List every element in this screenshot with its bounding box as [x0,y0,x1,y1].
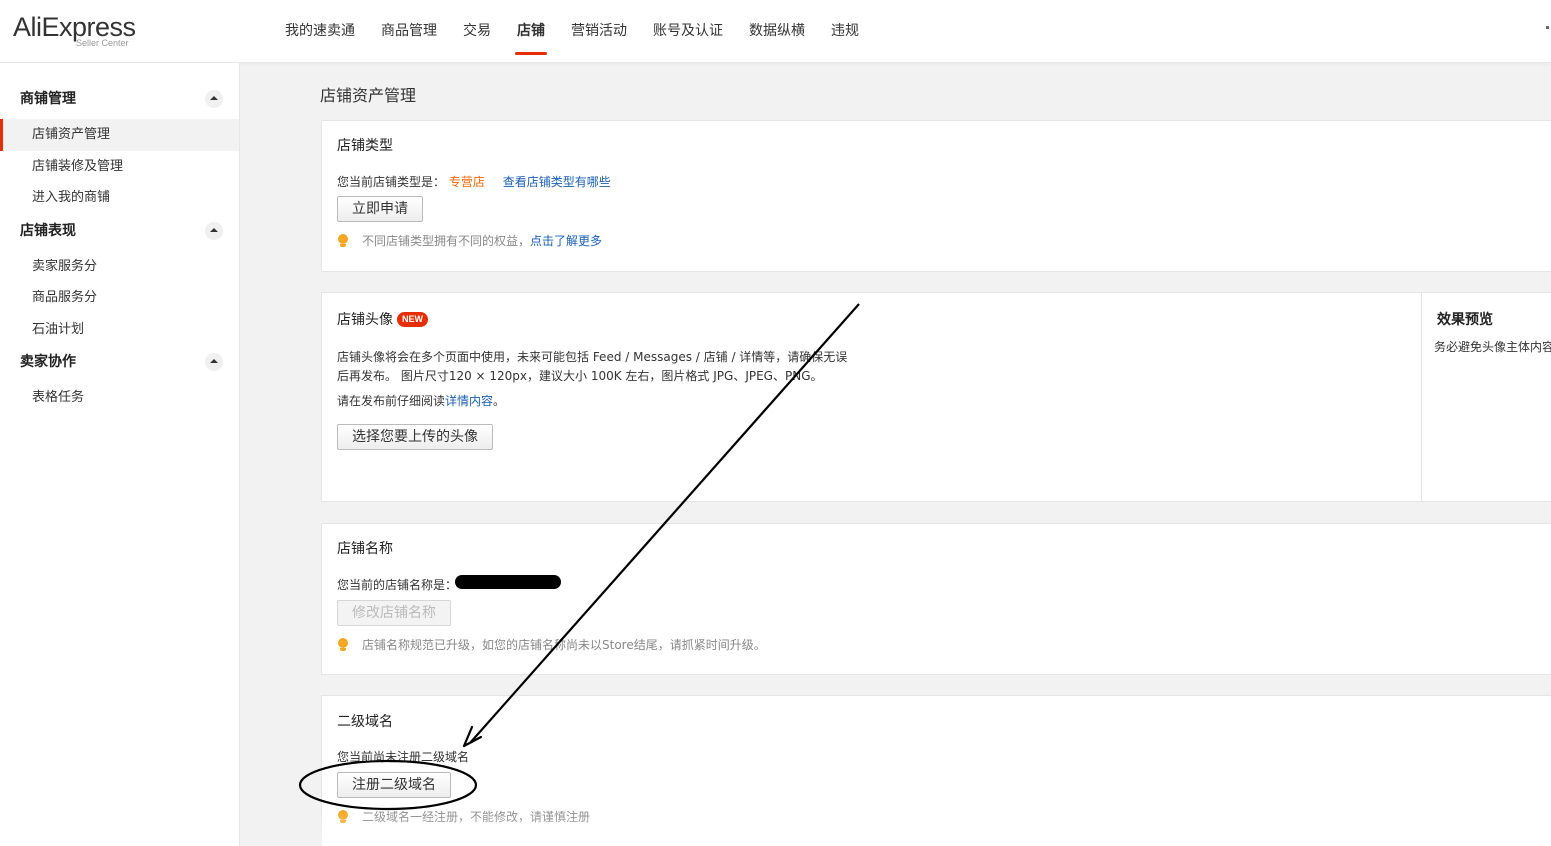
nav-data-analytics[interactable]: 数据纵横 [736,0,818,63]
sidebar-group-title: 店铺表现 [20,222,76,239]
card-title: 二级域名 [337,714,393,730]
store-type-hint: 不同店铺类型拥有不同的权益， 点击了解更多 [337,232,602,249]
lightbulb-icon [337,637,349,652]
learn-more-link[interactable]: 点击了解更多 [530,232,602,249]
aliexpress-logo[interactable]: AliExpress Seller Center [13,12,138,52]
sidebar-item-store-decoration[interactable]: 店铺装修及管理 [0,151,239,183]
subdomain-status: 您当前尚未注册二级域名 [337,750,470,764]
avatar-read-row: 请在发布前仔细阅读详情内容。 [337,392,505,409]
nav-product-management[interactable]: 商品管理 [368,0,450,63]
read-suffix: 。 [493,394,506,408]
hint-text: 不同店铺类型拥有不同的权益， [362,234,531,248]
details-link[interactable]: 详情内容 [445,394,493,408]
nav-violations[interactable]: 违规 [818,0,872,63]
sidebar-item-oil-plan[interactable]: 石油计划 [0,314,239,346]
sidebar-group-title: 卖家协作 [20,354,76,370]
preview-title: 效果预览 [1437,312,1493,328]
sidebar-item-seller-service-score[interactable]: 卖家服务分 [0,251,239,283]
store-type-label: 您当前店铺类型是： [337,175,446,189]
preview-panel: 效果预览 务必避免头像主体内容 [1421,293,1551,501]
sidebar-item-form-tasks[interactable]: 表格任务 [0,382,239,414]
nav-marketing[interactable]: 营销活动 [558,0,640,63]
avatar-desc-line2: 后再发布。 图片尺寸120 × 120px，建议大小 100K 左右，图片格式 … [337,369,823,383]
collapse-icon[interactable] [205,90,223,108]
sidebar-item-store-assets[interactable]: 店铺资产管理 [0,119,239,151]
read-prefix: 请在发布前仔细阅读 [337,394,446,408]
sidebar-group-store-management[interactable]: 商铺管理 [0,82,239,116]
store-type-value: 专营店 [448,175,485,189]
collapse-icon[interactable] [205,221,223,240]
nav-my-aliexpress[interactable]: 我的速卖通 [272,0,368,63]
sidebar-item-enter-my-store[interactable]: 进入我的商铺 [0,182,239,214]
sidebar-group-title: 商铺管理 [20,91,76,107]
store-name-hint: 店铺名称规范已升级，如您的店铺名称尚未以Store结尾，请抓紧时间升级。 [337,636,766,653]
subdomain-hint: 二级域名一经注册，不能修改，请谨慎注册 [337,808,590,825]
lightbulb-icon [337,233,349,248]
card-title: 店铺名称 [337,541,393,557]
lightbulb-icon [337,809,349,824]
register-subdomain-button[interactable]: 注册二级域名 [337,772,451,798]
hint-text: 二级域名一经注册，不能修改，请谨慎注册 [362,810,591,824]
main-nav: 我的速卖通 商品管理 交易 店铺 营销活动 账号及认证 数据纵横 违规 [272,0,872,63]
card-title: 店铺头像 [337,312,393,328]
new-badge: NEW [397,312,428,327]
sidebar-group-seller-collaboration[interactable]: 卖家协作 [0,345,239,379]
hint-text: 店铺名称规范已升级，如您的店铺名称尚未以Store结尾，请抓紧时间升级。 [362,638,766,652]
card-title: 店铺类型 [337,138,393,154]
logo-subtitle: Seller Center [76,38,129,48]
store-type-link[interactable]: 查看店铺类型有哪些 [503,175,611,189]
store-name-label: 您当前的店铺名称是： [337,578,458,592]
avatar-desc-line1: 店铺头像将会在多个页面中使用，未来可能包括 Feed / Messages / … [337,350,848,364]
top-header: AliExpress Seller Center 我的速卖通 商品管理 交易 店… [0,0,1551,63]
collapse-icon[interactable] [205,353,223,371]
edit-store-name-button[interactable]: 修改店铺名称 [337,600,451,626]
nav-transactions[interactable]: 交易 [450,0,504,63]
sidebar: 商铺管理 店铺资产管理 店铺装修及管理 进入我的商铺 店铺表现 卖家服务分 商品… [0,63,240,846]
card-title-row: 店铺头像 NEW [337,309,428,329]
store-name-card: 店铺名称 您当前的店铺名称是： 修改店铺名称 店铺名称规范已升级，如您的店铺名称… [321,523,1551,675]
sidebar-group-store-performance[interactable]: 店铺表现 [0,214,239,248]
subdomain-card: 二级域名 您当前尚未注册二级域名 注册二级域名 二级域名一经注册，不能修改，请谨… [321,695,1551,846]
nav-account-verification[interactable]: 账号及认证 [640,0,736,63]
upload-avatar-button[interactable]: 选择您要上传的头像 [337,424,493,450]
store-avatar-card: 店铺头像 NEW 店铺头像将会在多个页面中使用，未来可能包括 Feed / Mes… [321,292,1551,502]
store-type-row: 您当前店铺类型是： 专营店 查看店铺类型有哪些 [337,173,611,190]
apply-now-button[interactable]: 立即申请 [337,196,423,222]
preview-text: 务必避免头像主体内容 [1434,340,1551,354]
header-edge-mark [1546,26,1549,29]
sidebar-item-product-service-score[interactable]: 商品服务分 [0,282,239,314]
page-title: 店铺资产管理 [320,86,417,105]
nav-store[interactable]: 店铺 [504,0,558,63]
redacted-store-name [455,575,561,589]
store-type-card: 店铺类型 您当前店铺类型是： 专营店 查看店铺类型有哪些 立即申请 不同店铺类型… [321,120,1551,272]
